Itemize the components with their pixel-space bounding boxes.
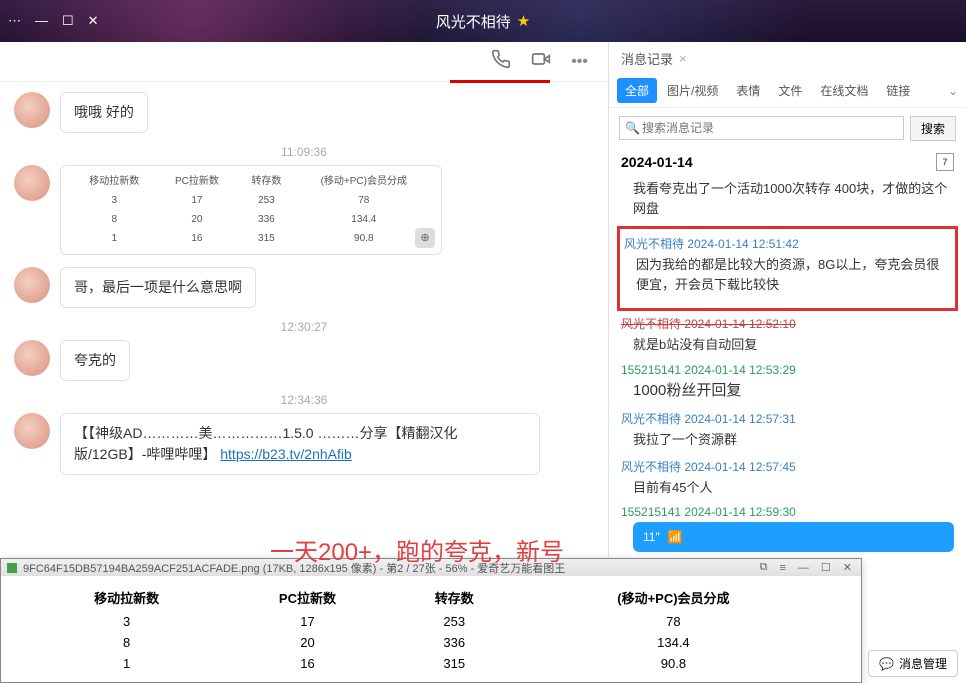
maximize-button[interactable]: ☐ bbox=[818, 561, 834, 574]
search-icon: 🔍 bbox=[625, 121, 640, 135]
date-header: 2024-01-14 bbox=[621, 154, 693, 170]
timestamp: 12:30:27 bbox=[14, 320, 594, 334]
avatar[interactable] bbox=[14, 165, 50, 201]
app-icon bbox=[7, 563, 17, 573]
window-title: 风光不相待 ★ bbox=[436, 11, 530, 32]
maximize-button[interactable]: ☐ bbox=[62, 13, 74, 29]
search-input[interactable] bbox=[619, 116, 904, 140]
stats-table: 移动拉新数PC拉新数转存数(移动+PC)会员分成 31725378 820336… bbox=[31, 584, 831, 674]
voice-call-icon[interactable] bbox=[491, 49, 511, 74]
image-message[interactable]: 移动拉新数PC拉新数转存数(移动+PC)会员分成 31725378 820336… bbox=[60, 165, 442, 255]
table-row: 11631590.8 bbox=[31, 653, 831, 674]
table-row: 31725378 bbox=[31, 611, 831, 632]
tab-all[interactable]: 全部 bbox=[617, 78, 657, 103]
message-bubble: 哥，最后一项是什么意思啊 bbox=[60, 267, 256, 308]
menu-icon[interactable]: ≡ bbox=[776, 562, 788, 574]
image-viewer-window: 9FC64F15DB57194BA259ACF251ACFADE.png (17… bbox=[0, 558, 862, 683]
message-bubble: 【【神级AD…………美……………1.5.0 ………分享【精翻汉化版/12GB】-… bbox=[60, 413, 540, 475]
video-call-icon[interactable] bbox=[531, 49, 551, 74]
pin-icon[interactable]: ⧉ bbox=[757, 561, 771, 574]
close-button[interactable]: ✕ bbox=[840, 561, 855, 574]
minimize-button[interactable]: — bbox=[35, 13, 48, 29]
search-button[interactable]: 搜索 bbox=[910, 116, 956, 141]
zoom-icon[interactable]: ⊕ bbox=[415, 228, 435, 248]
viewer-title: 9FC64F15DB57194BA259ACF251ACFADE.png (17… bbox=[23, 560, 751, 576]
shared-link[interactable]: https://b23.tv/2nhAfib bbox=[220, 446, 352, 462]
avatar[interactable] bbox=[14, 340, 50, 376]
chevron-down-icon[interactable]: ⌄ bbox=[948, 84, 958, 98]
voice-message[interactable]: 11"📶 bbox=[633, 522, 954, 552]
side-tabs: 全部 图片/视频 表情 文件 在线文档 链接 ⌄ bbox=[609, 74, 966, 108]
tab-file[interactable]: 文件 bbox=[770, 78, 810, 103]
message-bubble: 哦哦 好的 bbox=[60, 92, 148, 133]
avatar[interactable] bbox=[14, 92, 50, 128]
star-icon: ★ bbox=[517, 12, 530, 30]
more-icon[interactable]: ••• bbox=[571, 53, 588, 71]
log-item: 我看夸克出了一个活动1000次转存 400块，才做的这个网盘 bbox=[621, 179, 954, 218]
tab-link[interactable]: 链接 bbox=[878, 78, 918, 103]
side-header: 消息记录 × bbox=[609, 42, 966, 74]
log-meta: 风光不相待 2024-01-14 12:51:42 bbox=[624, 235, 951, 252]
title-bar: 风光不相待 ★ ⋯ — ☐ ✕ bbox=[0, 0, 966, 42]
message-icon: 💬 bbox=[879, 657, 894, 671]
dropdown-icon[interactable]: ⋯ bbox=[8, 13, 21, 29]
avatar[interactable] bbox=[14, 413, 50, 449]
message-manage-button[interactable]: 💬 消息管理 bbox=[868, 650, 958, 677]
timestamp: 11:09:36 bbox=[14, 145, 594, 159]
table-row: 820336134.4 bbox=[31, 632, 831, 653]
viewer-content: 移动拉新数PC拉新数转存数(移动+PC)会员分成 31725378 820336… bbox=[1, 576, 861, 682]
highlighted-message: 风光不相待 2024-01-14 12:51:42 因为我给的都是比较大的资源，… bbox=[617, 226, 958, 311]
tab-doc[interactable]: 在线文档 bbox=[812, 78, 876, 103]
chat-toolbar: ••• bbox=[0, 42, 608, 82]
close-icon[interactable]: × bbox=[679, 51, 687, 66]
timestamp: 12:34:36 bbox=[14, 393, 594, 407]
sound-icon: 📶 bbox=[668, 530, 683, 544]
minimize-button[interactable]: — bbox=[795, 562, 812, 574]
tab-media[interactable]: 图片/视频 bbox=[659, 78, 726, 103]
tab-sticker[interactable]: 表情 bbox=[728, 78, 768, 103]
avatar[interactable] bbox=[14, 267, 50, 303]
annotation-line bbox=[450, 80, 550, 83]
close-button[interactable]: ✕ bbox=[88, 13, 99, 29]
message-bubble: 夸克的 bbox=[60, 340, 130, 381]
calendar-icon[interactable]: 7 bbox=[936, 153, 954, 171]
